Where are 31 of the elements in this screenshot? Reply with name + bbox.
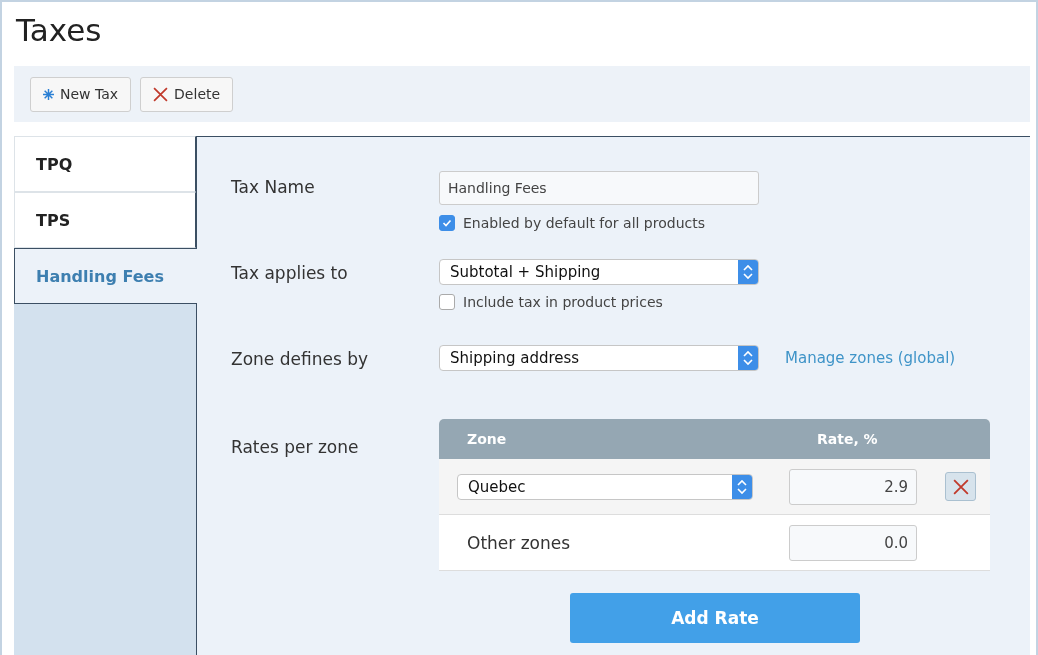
checkbox-label: Include tax in product prices: [463, 294, 663, 310]
tax-tab[interactable]: TPQ: [14, 136, 196, 192]
input-field[interactable]: Handling Fees: [439, 171, 759, 205]
checkbox[interactable]: [439, 294, 455, 310]
field-label: Rates per zone: [231, 436, 360, 459]
checkmark-icon: [442, 218, 452, 228]
stepper-icon: [738, 260, 758, 284]
remove-button[interactable]: [945, 472, 976, 501]
select-field[interactable]: Quebec: [457, 473, 753, 500]
rate-field[interactable]: 2.9: [789, 468, 917, 505]
stepper-icon: [732, 474, 752, 499]
checkbox-label: Enabled by default for all products: [463, 215, 705, 231]
stepper-icon: [738, 346, 758, 370]
rate-field[interactable]: 0.0: [789, 524, 917, 561]
table-cell-text: Other zones: [466, 532, 572, 553]
column-header: Rate, %: [816, 431, 879, 447]
field-label: Tax Name: [231, 176, 316, 199]
field-label: Zone defines by: [231, 348, 369, 371]
tax-tab[interactable]: TPS: [14, 192, 196, 248]
column-header: Zone: [466, 431, 508, 447]
new-button[interactable]: New Tax: [30, 76, 132, 112]
snowflake-icon: [43, 88, 54, 100]
tax-tab[interactable]: Handling Fees: [14, 248, 197, 304]
field-label: Tax applies to: [231, 262, 349, 285]
close-icon: [153, 86, 169, 102]
delete-button[interactable]: Delete: [140, 76, 234, 112]
page-title: Taxes: [16, 11, 103, 50]
checkbox[interactable]: [439, 215, 455, 231]
close-icon: [952, 478, 969, 495]
select-field[interactable]: Shipping address: [439, 345, 759, 371]
select-field[interactable]: Subtotal + Shipping: [439, 259, 759, 285]
